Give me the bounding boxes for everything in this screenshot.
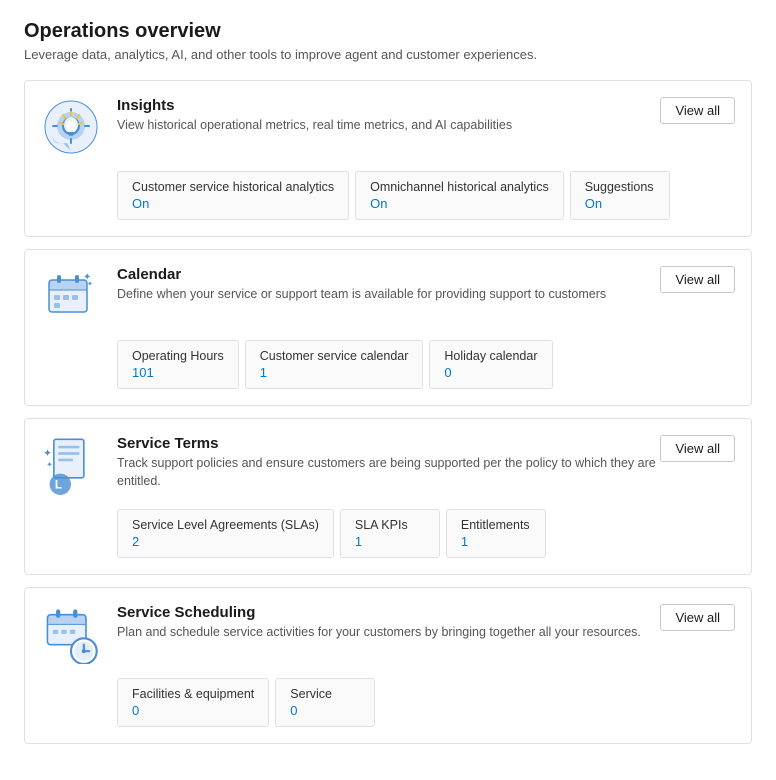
view-all-button-calendar[interactable]: View all [660, 266, 735, 293]
calendar-icon: ✦ ✦ [41, 266, 101, 326]
card-label-service-scheduling-0: Facilities & equipment [132, 687, 254, 701]
card-value-calendar-1: 1 [260, 365, 409, 380]
card-service-terms-1[interactable]: SLA KPIs 1 [340, 509, 440, 558]
section-service-scheduling: Service Scheduling Plan and schedule serv… [24, 587, 752, 744]
section-top-service-scheduling: Service Scheduling Plan and schedule serv… [41, 604, 735, 664]
section-action-insights: View all [660, 97, 735, 124]
section-desc-insights: View historical operational metrics, rea… [117, 117, 660, 135]
card-value-calendar-0: 101 [132, 365, 224, 380]
section-top-insights: Insights View historical operational metr… [41, 97, 735, 157]
page-container: Operations overview Leverage data, analy… [0, 0, 776, 780]
cards-row-service-scheduling: Facilities & equipment 0 Service 0 [117, 678, 735, 727]
section-service-terms: L ✦ ✦ Service Terms Track support policie… [24, 418, 752, 575]
card-label-service-terms-2: Entitlements [461, 518, 531, 532]
section-insights: Insights View historical operational metr… [24, 80, 752, 237]
page-subtitle: Leverage data, analytics, AI, and other … [24, 47, 752, 62]
section-action-calendar: View all [660, 266, 735, 293]
card-label-insights-1: Omnichannel historical analytics [370, 180, 549, 194]
section-title-service-scheduling: Service Scheduling [117, 604, 660, 621]
section-title-calendar: Calendar [117, 266, 660, 283]
card-calendar-2[interactable]: Holiday calendar 0 [429, 340, 552, 389]
card-value-insights-2: On [585, 196, 655, 211]
card-insights-0[interactable]: Customer service historical analytics On [117, 171, 349, 220]
card-service-terms-2[interactable]: Entitlements 1 [446, 509, 546, 558]
card-value-service-scheduling-1: 0 [290, 703, 360, 718]
card-value-service-scheduling-0: 0 [132, 703, 254, 718]
card-value-service-terms-0: 2 [132, 534, 319, 549]
cards-row-insights: Customer service historical analyticsOnO… [117, 171, 735, 220]
section-calendar: ✦ ✦ Calendar Define when your service or … [24, 249, 752, 406]
card-label-service-terms-0: Service Level Agreements (SLAs) [132, 518, 319, 532]
service-terms-icon: L ✦ ✦ [41, 435, 101, 495]
card-calendar-0[interactable]: Operating Hours 101 [117, 340, 239, 389]
section-title-service-terms: Service Terms [117, 435, 660, 452]
card-value-insights-1: On [370, 196, 549, 211]
card-insights-2[interactable]: Suggestions On [570, 171, 670, 220]
card-label-service-terms-1: SLA KPIs [355, 518, 425, 532]
section-desc-service-terms: Track support policies and ensure custom… [117, 455, 660, 490]
section-desc-service-scheduling: Plan and schedule service activities for… [117, 624, 660, 642]
section-action-service-terms: View all [660, 435, 735, 462]
card-insights-1[interactable]: Omnichannel historical analytics On [355, 171, 564, 220]
card-label-insights-0: Customer service historical analytics [132, 180, 334, 194]
svg-text:✦: ✦ [87, 280, 93, 288]
view-all-button-insights[interactable]: View all [660, 97, 735, 124]
svg-text:✦: ✦ [43, 447, 52, 459]
section-top-calendar: ✦ ✦ Calendar Define when your service or … [41, 266, 735, 326]
card-service-scheduling-1[interactable]: Service 0 [275, 678, 375, 727]
card-value-service-terms-1: 1 [355, 534, 425, 549]
card-label-calendar-2: Holiday calendar [444, 349, 537, 363]
card-label-calendar-1: Customer service calendar [260, 349, 409, 363]
card-value-calendar-2: 0 [444, 365, 537, 380]
view-all-button-service-scheduling[interactable]: View all [660, 604, 735, 631]
card-label-service-scheduling-1: Service [290, 687, 360, 701]
svg-text:✦: ✦ [46, 460, 53, 469]
section-info-insights: Insights View historical operational metr… [117, 97, 660, 135]
card-service-scheduling-0[interactable]: Facilities & equipment 0 [117, 678, 269, 727]
svg-text:L: L [55, 479, 62, 492]
section-title-insights: Insights [117, 97, 660, 114]
cards-row-calendar: Operating Hours 101 Customer service calen… [117, 340, 735, 389]
section-action-service-scheduling: View all [660, 604, 735, 631]
section-desc-calendar: Define when your service or support team… [117, 286, 660, 304]
card-label-insights-2: Suggestions [585, 180, 655, 194]
card-calendar-1[interactable]: Customer service calendar 1 [245, 340, 424, 389]
card-value-service-terms-2: 1 [461, 534, 531, 549]
section-info-calendar: Calendar Define when your service or supp… [117, 266, 660, 304]
sections-container: Insights View historical operational metr… [24, 80, 752, 744]
section-info-service-scheduling: Service Scheduling Plan and schedule serv… [117, 604, 660, 642]
insights-icon [41, 97, 101, 157]
cards-row-service-terms: Service Level Agreements (SLAs) 2 SLA KPIs… [117, 509, 735, 558]
card-label-calendar-0: Operating Hours [132, 349, 224, 363]
card-service-terms-0[interactable]: Service Level Agreements (SLAs) 2 [117, 509, 334, 558]
section-info-service-terms: Service Terms Track support policies and … [117, 435, 660, 490]
card-value-insights-0: On [132, 196, 334, 211]
section-top-service-terms: L ✦ ✦ Service Terms Track support policie… [41, 435, 735, 495]
service-scheduling-icon [41, 604, 101, 664]
view-all-button-service-terms[interactable]: View all [660, 435, 735, 462]
page-title: Operations overview [24, 20, 752, 43]
